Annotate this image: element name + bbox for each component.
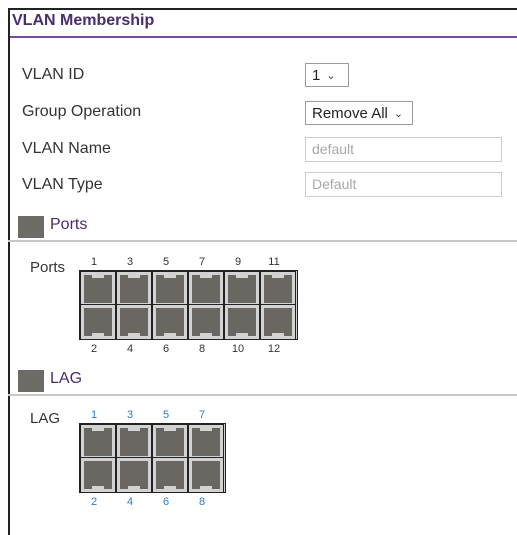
lag-number: 4 <box>126 496 134 508</box>
port-10[interactable] <box>224 304 260 340</box>
port-11[interactable] <box>260 271 296 307</box>
port-2[interactable] <box>80 304 116 340</box>
port-icon <box>18 216 44 238</box>
port-number: 12 <box>267 343 281 355</box>
lag-number: 3 <box>126 409 134 421</box>
lag-6[interactable] <box>152 457 188 493</box>
lag-4[interactable] <box>116 457 152 493</box>
lag-number: 5 <box>162 409 170 421</box>
ports-section-title: Ports <box>50 216 88 233</box>
port-number: 10 <box>231 343 245 355</box>
group-operation-select[interactable]: Remove All ⌄ <box>305 101 413 125</box>
vlan-id-label: VLAN ID <box>22 66 85 83</box>
vlan-type-label: VLAN Type <box>22 176 103 193</box>
lag-section-title: LAG <box>50 370 83 387</box>
port-number: 2 <box>90 343 98 355</box>
port-number: 9 <box>234 256 242 268</box>
page-title: VLAN Membership <box>12 12 155 29</box>
ports-section-header: Ports <box>8 212 517 242</box>
port-number: 4 <box>126 343 134 355</box>
port-5[interactable] <box>152 271 188 307</box>
vlan-name-label: VLAN Name <box>22 140 111 157</box>
lag-number: 8 <box>198 496 206 508</box>
port-number: 7 <box>198 256 206 268</box>
vlan-type-field[interactable]: Default <box>305 172 502 197</box>
chevron-down-icon: ⌄ <box>326 69 336 82</box>
lag-2[interactable] <box>80 457 116 493</box>
port-3[interactable] <box>116 271 152 307</box>
ports-row-label: Ports <box>30 259 66 276</box>
lag-row-label: LAG <box>30 410 61 427</box>
lag-number: 2 <box>90 496 98 508</box>
lag-3[interactable] <box>116 424 152 460</box>
port-number: 5 <box>162 256 170 268</box>
lag-number: 7 <box>198 409 206 421</box>
lag-7[interactable] <box>188 424 224 460</box>
group-operation-value: Remove All <box>312 104 388 122</box>
port-9[interactable] <box>224 271 260 307</box>
lag-1[interactable] <box>80 424 116 460</box>
vlan-name-field[interactable]: default <box>305 137 502 162</box>
lag-5[interactable] <box>152 424 188 460</box>
lag-section-header: LAG <box>8 366 517 396</box>
port-number: 6 <box>162 343 170 355</box>
port-number: 3 <box>126 256 134 268</box>
lag-8[interactable] <box>188 457 224 493</box>
group-operation-label: Group Operation <box>22 103 142 120</box>
port-7[interactable] <box>188 271 224 307</box>
port-12[interactable] <box>260 304 296 340</box>
port-6[interactable] <box>152 304 188 340</box>
vlan-id-value: 1 <box>312 66 321 84</box>
port-number: 8 <box>198 343 206 355</box>
port-4[interactable] <box>116 304 152 340</box>
title-bar: VLAN Membership <box>10 10 517 38</box>
lag-icon <box>18 370 44 392</box>
vlan-id-select[interactable]: 1 ⌄ <box>305 63 349 87</box>
port-number: 11 <box>268 256 280 268</box>
lag-number: 1 <box>90 409 98 421</box>
port-1[interactable] <box>80 271 116 307</box>
chevron-down-icon: ⌄ <box>393 107 404 120</box>
port-8[interactable] <box>188 304 224 340</box>
port-number: 1 <box>90 256 98 268</box>
lag-number: 6 <box>162 496 170 508</box>
